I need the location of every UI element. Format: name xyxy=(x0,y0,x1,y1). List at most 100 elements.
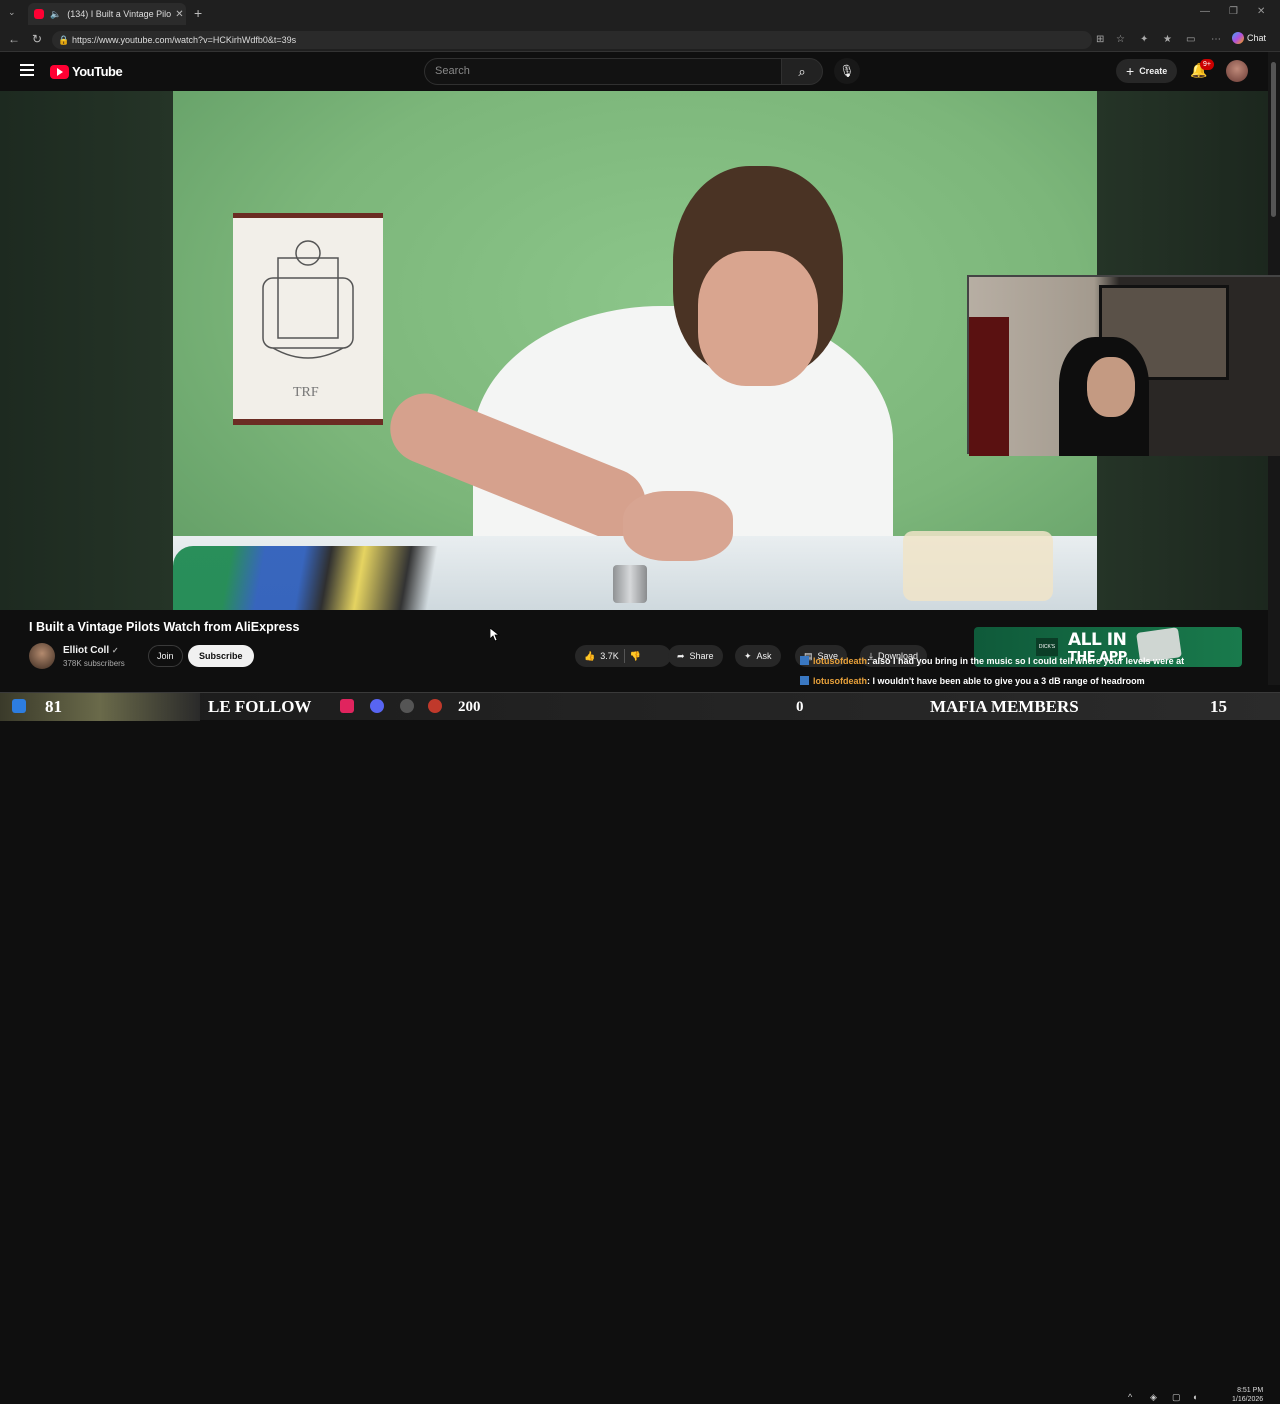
wall-poster: TRF xyxy=(233,213,383,425)
account-avatar[interactable] xyxy=(1226,60,1248,82)
parts-bag xyxy=(903,531,1053,601)
person-face xyxy=(698,251,818,386)
minimize-icon[interactable]: — xyxy=(1200,6,1210,17)
chat-message: lotusofdeath: also I had you bring in th… xyxy=(800,656,1184,666)
tab-list-chevron-icon[interactable]: ⌄ xyxy=(8,7,16,18)
stream-right-count: 15 xyxy=(1210,697,1227,716)
chat-username: lotusofdeath xyxy=(813,656,867,666)
tray-chevron-icon[interactable]: ^ xyxy=(1128,1392,1132,1402)
tray-network-icon[interactable]: ▢ xyxy=(1172,1392,1181,1403)
stream-stats-bar: 81 LE FOLLOW 200 0 MAFIA MEMBERS ^ ◈ ▢ ◖… xyxy=(0,692,1280,1403)
poster-text: TRF xyxy=(293,385,319,400)
chat-platform-icon xyxy=(800,656,809,665)
chat-message: lotusofdeath: I wouldn't have been able … xyxy=(800,676,1145,686)
search-button[interactable]: ⌕ xyxy=(781,58,823,85)
tray-app-icon[interactable]: ◈ xyxy=(1150,1392,1157,1403)
clock-time: 8:51 PM xyxy=(1237,1387,1264,1394)
favorite-star-icon[interactable]: ☆ xyxy=(1116,34,1125,45)
like-dislike-group: 👍 3.7K 👎 xyxy=(575,645,671,667)
video-title: I Built a Vintage Pilots Watch from AliE… xyxy=(29,620,300,634)
subscribe-button[interactable]: Subscribe xyxy=(188,645,254,667)
chat-username: lotusofdeath xyxy=(813,676,867,686)
ask-label: Ask xyxy=(756,651,772,661)
stream-bar-left-panel xyxy=(0,693,200,721)
like-divider xyxy=(623,649,625,663)
youtube-favicon-icon xyxy=(34,9,44,19)
chat-text: : I wouldn't have been able to give you … xyxy=(867,676,1145,686)
app-available-icon[interactable]: ⊞ xyxy=(1096,34,1104,45)
url-field[interactable]: 🔒 https://www.youtube.com/watch?v=HCKirh… xyxy=(52,31,1092,49)
menu-icon[interactable] xyxy=(20,64,34,79)
browser-tab-bar: ⌄ 🔈 (134) I Built a Vintage Pilots W ✕ +… xyxy=(0,0,1280,28)
chat-label: Chat xyxy=(1247,33,1267,43)
person-hands xyxy=(623,491,733,561)
mouse-cursor-icon xyxy=(490,628,500,642)
stream-zero-count: 0 xyxy=(796,699,804,715)
chat-text: : also I had you bring in the music so I… xyxy=(867,656,1185,666)
channel-name-text: Elliot Coll xyxy=(63,645,110,656)
search-input[interactable]: Search xyxy=(424,58,782,85)
favorites-icon[interactable]: ★ xyxy=(1163,34,1172,45)
stream-mid-count: 200 xyxy=(458,699,481,715)
create-label: Create xyxy=(1139,66,1168,76)
ad-brand-logo: DICK'S xyxy=(1036,638,1058,656)
search-icon: ⌕ xyxy=(798,64,806,79)
share-icon: ➦ xyxy=(677,651,685,661)
share-button[interactable]: ➦ Share xyxy=(668,645,723,667)
youtube-logo[interactable]: YouTube xyxy=(50,64,123,79)
speaker-icon[interactable]: 🔈 xyxy=(50,9,61,20)
app-circle-icon[interactable] xyxy=(428,699,442,713)
ask-button[interactable]: ✦ Ask xyxy=(735,645,781,667)
collections-icon[interactable]: ▭ xyxy=(1186,34,1195,45)
like-icon[interactable]: 👍 xyxy=(584,645,595,667)
back-icon[interactable]: ← xyxy=(8,32,20,46)
streamer-webcam xyxy=(967,275,1280,456)
subscriber-count: 378K subscribers xyxy=(63,659,125,668)
new-tab-icon[interactable]: + xyxy=(194,5,202,21)
url-text: https://www.youtube.com/watch?v=HCKirhWd… xyxy=(72,35,297,45)
tab-title: (134) I Built a Vintage Pilots W xyxy=(67,9,172,19)
metal-canister xyxy=(613,565,647,603)
copilot-chat-button[interactable]: Chat xyxy=(1232,32,1266,44)
lock-icon: 🔒 xyxy=(58,35,70,45)
dislike-icon[interactable]: 👎 xyxy=(630,645,641,667)
clock-date: 1/16/2026 xyxy=(1232,1396,1264,1403)
verified-icon: ✓ xyxy=(111,646,119,655)
like-count[interactable]: 3.7K xyxy=(600,645,619,667)
copilot-icon xyxy=(1232,32,1244,44)
webcam-red-light xyxy=(969,317,1009,456)
watch-sketch-image: TRF xyxy=(262,240,354,400)
youtube-logo-text: YouTube xyxy=(72,64,123,79)
plus-icon: + xyxy=(1126,63,1135,79)
channel-avatar[interactable] xyxy=(29,643,55,669)
maximize-icon[interactable]: ❐ xyxy=(1229,6,1238,17)
more-menu-icon[interactable]: ⋯ xyxy=(1211,34,1221,45)
extensions-icon[interactable]: ✦ xyxy=(1140,34,1148,45)
reload-icon[interactable]: ↻ xyxy=(32,32,42,46)
close-window-icon[interactable]: ✕ xyxy=(1257,6,1265,17)
address-bar-row: ← ↻ 🔒 https://www.youtube.com/watch?v=HC… xyxy=(0,28,1280,52)
notification-badge: 9+ xyxy=(1200,59,1214,70)
stream-left-count: 81 xyxy=(45,697,62,716)
tools-pile xyxy=(173,546,493,610)
music-app-icon[interactable] xyxy=(340,699,354,713)
webcam-streamer xyxy=(1087,357,1135,417)
taskbar-clock[interactable]: 8:51 PM 1/16/2026 xyxy=(1232,1386,1263,1404)
join-button[interactable]: Join xyxy=(148,645,183,667)
tray-volume-icon[interactable]: ◖ xyxy=(1192,1392,1197,1402)
stream-members-label: MAFIA MEMBERS xyxy=(930,697,1079,716)
scrollbar-thumb[interactable] xyxy=(1271,62,1276,217)
chat-platform-icon xyxy=(800,676,809,685)
settings-gear-icon[interactable] xyxy=(400,699,414,713)
browser-tab[interactable]: 🔈 (134) I Built a Vintage Pilots W ✕ xyxy=(28,3,186,25)
discord-icon[interactable] xyxy=(370,699,384,713)
close-tab-icon[interactable]: ✕ xyxy=(175,9,183,20)
create-button[interactable]: + Create xyxy=(1116,59,1178,83)
channel-name[interactable]: Elliot Coll ✓ xyxy=(63,645,119,656)
youtube-play-icon xyxy=(50,64,69,79)
voice-search-button[interactable]: 🎙 xyxy=(834,58,860,84)
youtube-header: YouTube Search ⌕ 🎙 + Create 🔔 9+ xyxy=(0,52,1268,91)
start-icon[interactable] xyxy=(12,699,26,713)
stream-follow-label: LE FOLLOW xyxy=(208,697,312,716)
video-frame[interactable]: TRF xyxy=(173,91,1097,610)
